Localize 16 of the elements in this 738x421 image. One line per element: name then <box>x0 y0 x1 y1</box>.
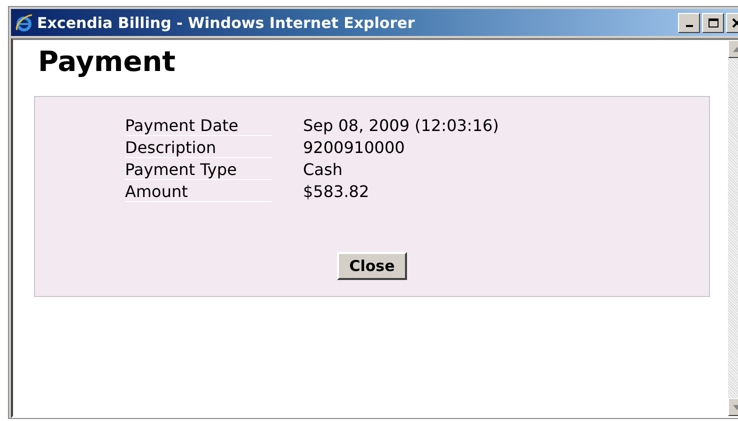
field-value: $583.82 <box>303 182 370 202</box>
field-label: Payment Type <box>125 160 272 180</box>
field-value: 9200910000 <box>303 138 406 158</box>
field-value: Cash <box>303 160 344 180</box>
maximize-icon <box>708 18 718 28</box>
field-value: Sep 08, 2009 (12:03:16) <box>303 116 500 136</box>
field-label: Amount <box>125 182 272 202</box>
page-heading: Payment <box>38 46 177 78</box>
window-title: Excendia Billing - Windows Internet Explorer <box>37 14 415 32</box>
minimize-icon <box>686 24 692 26</box>
field-label: Payment Date <box>125 116 272 136</box>
field-label: Description <box>125 138 272 158</box>
minimize-button[interactable] <box>678 12 700 32</box>
maximize-button[interactable] <box>702 12 724 32</box>
close-button[interactable]: Close <box>337 252 407 280</box>
browser-logo-icon <box>14 12 34 32</box>
